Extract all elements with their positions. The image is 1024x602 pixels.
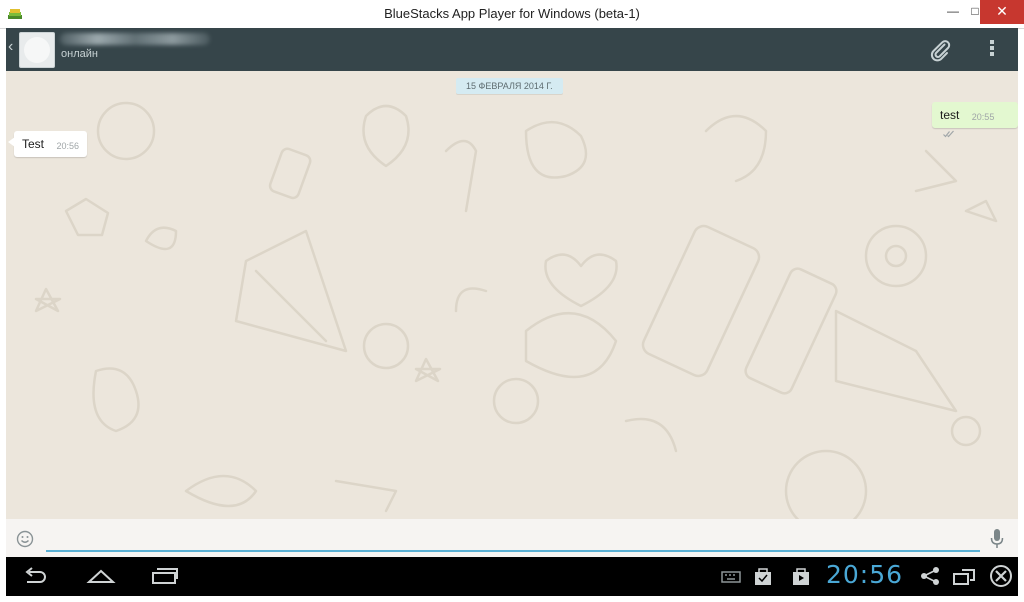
message-time: 20:56 [56,141,79,151]
android-nav-bar: 20:56 [6,557,1018,596]
double-check-icon [943,130,954,138]
android-screen: ‹ онлайн 15 ФЕВРАЛЯ 2014 Г. test 20:55 T… [6,28,1018,596]
share-icon[interactable] [915,564,945,588]
contact-status: онлайн [61,48,98,60]
message-bubble-incoming[interactable]: Test 20:56 [8,131,87,157]
message-text: Test [22,137,45,151]
message-input[interactable] [46,526,980,552]
exit-icon[interactable] [986,564,1016,588]
message-text: test [940,108,960,122]
avatar[interactable] [19,32,55,68]
microphone-icon[interactable] [990,528,1004,550]
doodle-wallpaper [34,101,998,519]
bag-icon[interactable] [786,564,816,588]
date-divider: 15 ФЕВРАЛЯ 2014 Г. [456,78,563,94]
close-button[interactable]: ✕ [980,0,1024,24]
message-bubble-outgoing[interactable]: test 20:55 [932,102,1018,138]
message-input-bar [6,519,1018,557]
window-bottom-border [0,596,1024,602]
emoji-icon[interactable] [16,530,34,548]
rotate-screen-icon[interactable] [950,564,980,588]
clock: 20:56 [826,560,904,589]
window-titlebar: BlueStacks App Player for Windows (beta-… [0,0,1024,29]
contact-name-redacted[interactable] [60,33,210,45]
keyboard-icon[interactable] [716,564,746,588]
recent-apps-icon[interactable] [150,564,180,588]
app-store-icon[interactable] [748,564,778,588]
paperclip-icon[interactable] [928,38,952,62]
back-chevron-icon[interactable]: ‹ [8,38,13,56]
chat-action-bar: ‹ онлайн [6,28,1018,71]
overflow-menu-icon[interactable] [986,38,998,62]
chat-area[interactable]: 15 ФЕВРАЛЯ 2014 Г. test 20:55 Test 20:56 [6,71,1018,519]
home-icon[interactable] [86,564,116,588]
message-time: 20:55 [971,112,995,122]
back-icon[interactable] [20,564,50,588]
window-title: BlueStacks App Player for Windows (beta-… [384,6,640,21]
